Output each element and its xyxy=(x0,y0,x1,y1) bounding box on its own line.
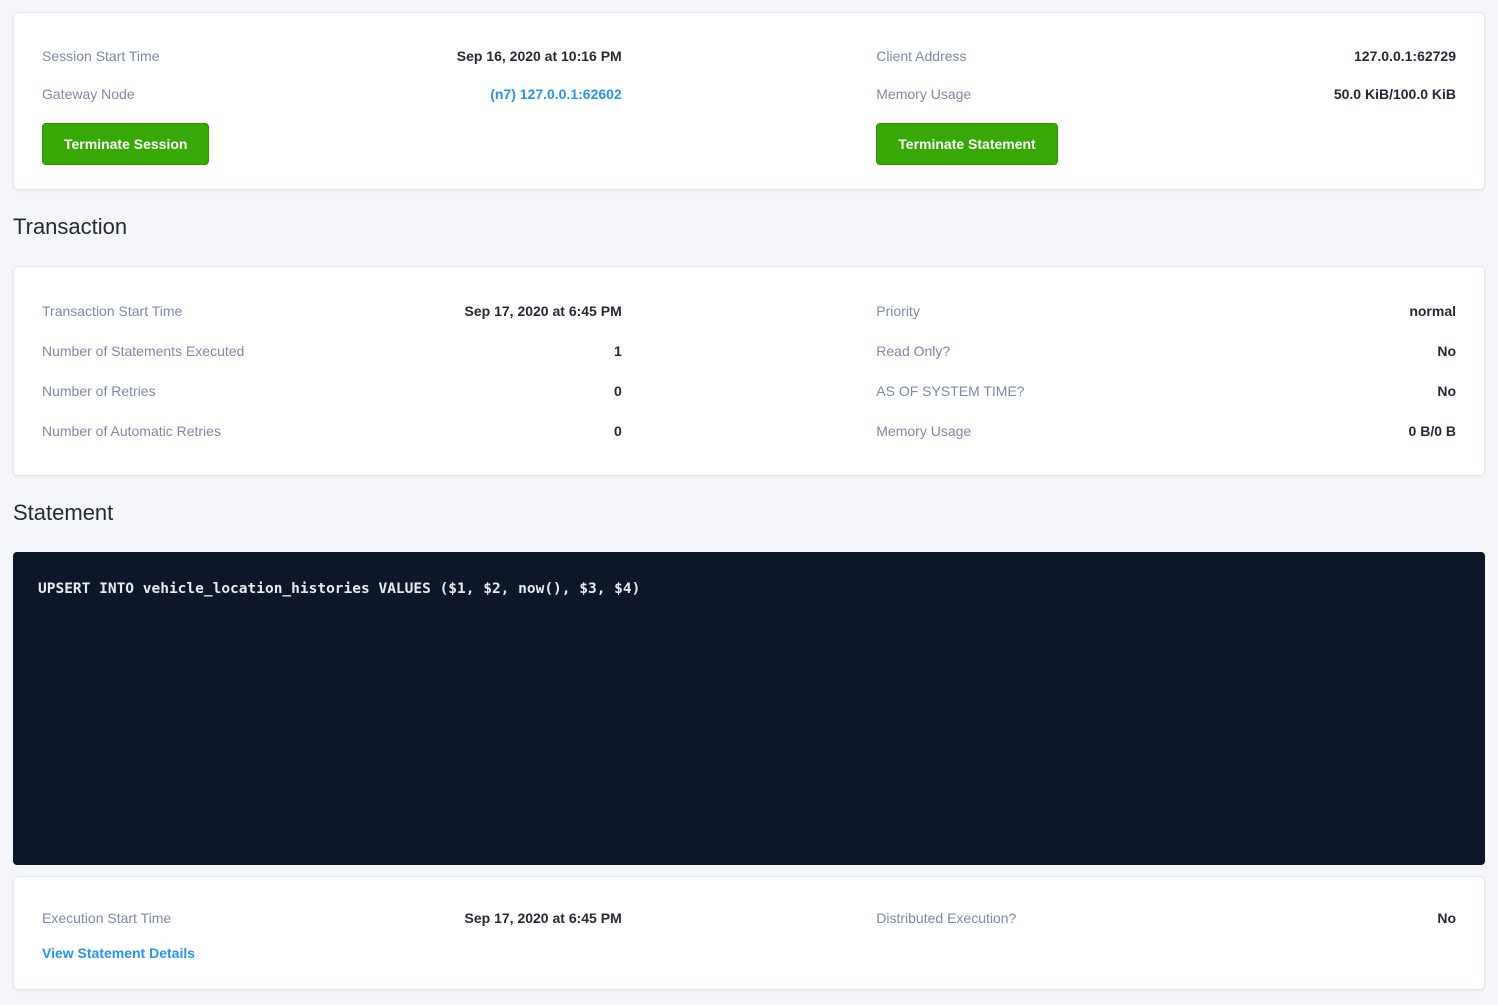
session-memory-usage-label: Memory Usage xyxy=(876,86,971,102)
statements-executed-label: Number of Statements Executed xyxy=(42,343,244,359)
transaction-right-column: Priority normal Read Only? No AS OF SYST… xyxy=(876,291,1456,451)
gateway-node-row: Gateway Node (n7) 127.0.0.1:62602 xyxy=(42,75,622,113)
transaction-memory-usage-value: 0 B/0 B xyxy=(1409,423,1456,439)
client-address-label: Client Address xyxy=(876,48,966,64)
automatic-retries-label: Number of Automatic Retries xyxy=(42,423,221,439)
distributed-execution-row: Distributed Execution? No xyxy=(876,899,1456,937)
session-details-page: Session Start Time Sep 16, 2020 at 10:16… xyxy=(0,0,1498,1005)
priority-value: normal xyxy=(1409,303,1456,319)
execution-start-time-label: Execution Start Time xyxy=(42,910,171,926)
session-summary-right-column: Client Address 127.0.0.1:62729 Memory Us… xyxy=(876,37,1456,165)
gateway-node-link[interactable]: (n7) 127.0.0.1:62602 xyxy=(490,86,622,102)
session-summary-card: Session Start Time Sep 16, 2020 at 10:16… xyxy=(13,12,1485,190)
statement-section-heading: Statement xyxy=(13,500,1485,526)
statements-executed-row: Number of Statements Executed 1 xyxy=(42,331,622,371)
transaction-memory-usage-row: Memory Usage 0 B/0 B xyxy=(876,411,1456,451)
terminate-statement-button[interactable]: Terminate Statement xyxy=(876,123,1057,165)
view-statement-details-link[interactable]: View Statement Details xyxy=(42,945,195,961)
priority-row: Priority normal xyxy=(876,291,1456,331)
number-of-retries-value: 0 xyxy=(614,383,622,399)
execution-start-time-value: Sep 17, 2020 at 6:45 PM xyxy=(465,910,622,926)
execution-right-column: Distributed Execution? No xyxy=(876,899,1456,937)
execution-start-time-row: Execution Start Time Sep 17, 2020 at 6:4… xyxy=(42,899,622,937)
read-only-row: Read Only? No xyxy=(876,331,1456,371)
session-summary-left-column: Session Start Time Sep 16, 2020 at 10:16… xyxy=(42,37,622,165)
transaction-card: Transaction Start Time Sep 17, 2020 at 6… xyxy=(13,266,1485,476)
read-only-label: Read Only? xyxy=(876,343,950,359)
transaction-left-column: Transaction Start Time Sep 17, 2020 at 6… xyxy=(42,291,622,451)
client-address-value: 127.0.0.1:62729 xyxy=(1354,48,1456,64)
session-memory-usage-value: 50.0 KiB/100.0 KiB xyxy=(1334,86,1456,102)
execution-details-card: Execution Start Time Sep 17, 2020 at 6:4… xyxy=(13,876,1485,990)
number-of-retries-row: Number of Retries 0 xyxy=(42,371,622,411)
read-only-value: No xyxy=(1437,343,1456,359)
client-address-row: Client Address 127.0.0.1:62729 xyxy=(876,37,1456,75)
distributed-execution-value: No xyxy=(1437,910,1456,926)
as-of-system-time-value: No xyxy=(1437,383,1456,399)
automatic-retries-value: 0 xyxy=(614,423,622,439)
statement-sql-text: UPSERT INTO vehicle_location_histories V… xyxy=(38,579,1460,599)
transaction-start-time-value: Sep 17, 2020 at 6:45 PM xyxy=(465,303,622,319)
as-of-system-time-row: AS OF SYSTEM TIME? No xyxy=(876,371,1456,411)
session-memory-usage-row: Memory Usage 50.0 KiB/100.0 KiB xyxy=(876,75,1456,113)
session-start-time-label: Session Start Time xyxy=(42,48,160,64)
transaction-start-time-row: Transaction Start Time Sep 17, 2020 at 6… xyxy=(42,291,622,331)
distributed-execution-label: Distributed Execution? xyxy=(876,910,1016,926)
terminate-session-button[interactable]: Terminate Session xyxy=(42,123,209,165)
session-start-time-row: Session Start Time Sep 16, 2020 at 10:16… xyxy=(42,37,622,75)
execution-left-column: Execution Start Time Sep 17, 2020 at 6:4… xyxy=(42,899,622,965)
priority-label: Priority xyxy=(876,303,920,319)
statement-sql-box: UPSERT INTO vehicle_location_histories V… xyxy=(13,552,1485,865)
number-of-retries-label: Number of Retries xyxy=(42,383,156,399)
automatic-retries-row: Number of Automatic Retries 0 xyxy=(42,411,622,451)
transaction-section-heading: Transaction xyxy=(13,214,1485,240)
gateway-node-label: Gateway Node xyxy=(42,86,135,102)
statements-executed-value: 1 xyxy=(614,343,622,359)
transaction-memory-usage-label: Memory Usage xyxy=(876,423,971,439)
session-start-time-value: Sep 16, 2020 at 10:16 PM xyxy=(457,48,622,64)
as-of-system-time-label: AS OF SYSTEM TIME? xyxy=(876,383,1024,399)
transaction-start-time-label: Transaction Start Time xyxy=(42,303,182,319)
view-statement-details-row: View Statement Details xyxy=(42,941,622,965)
